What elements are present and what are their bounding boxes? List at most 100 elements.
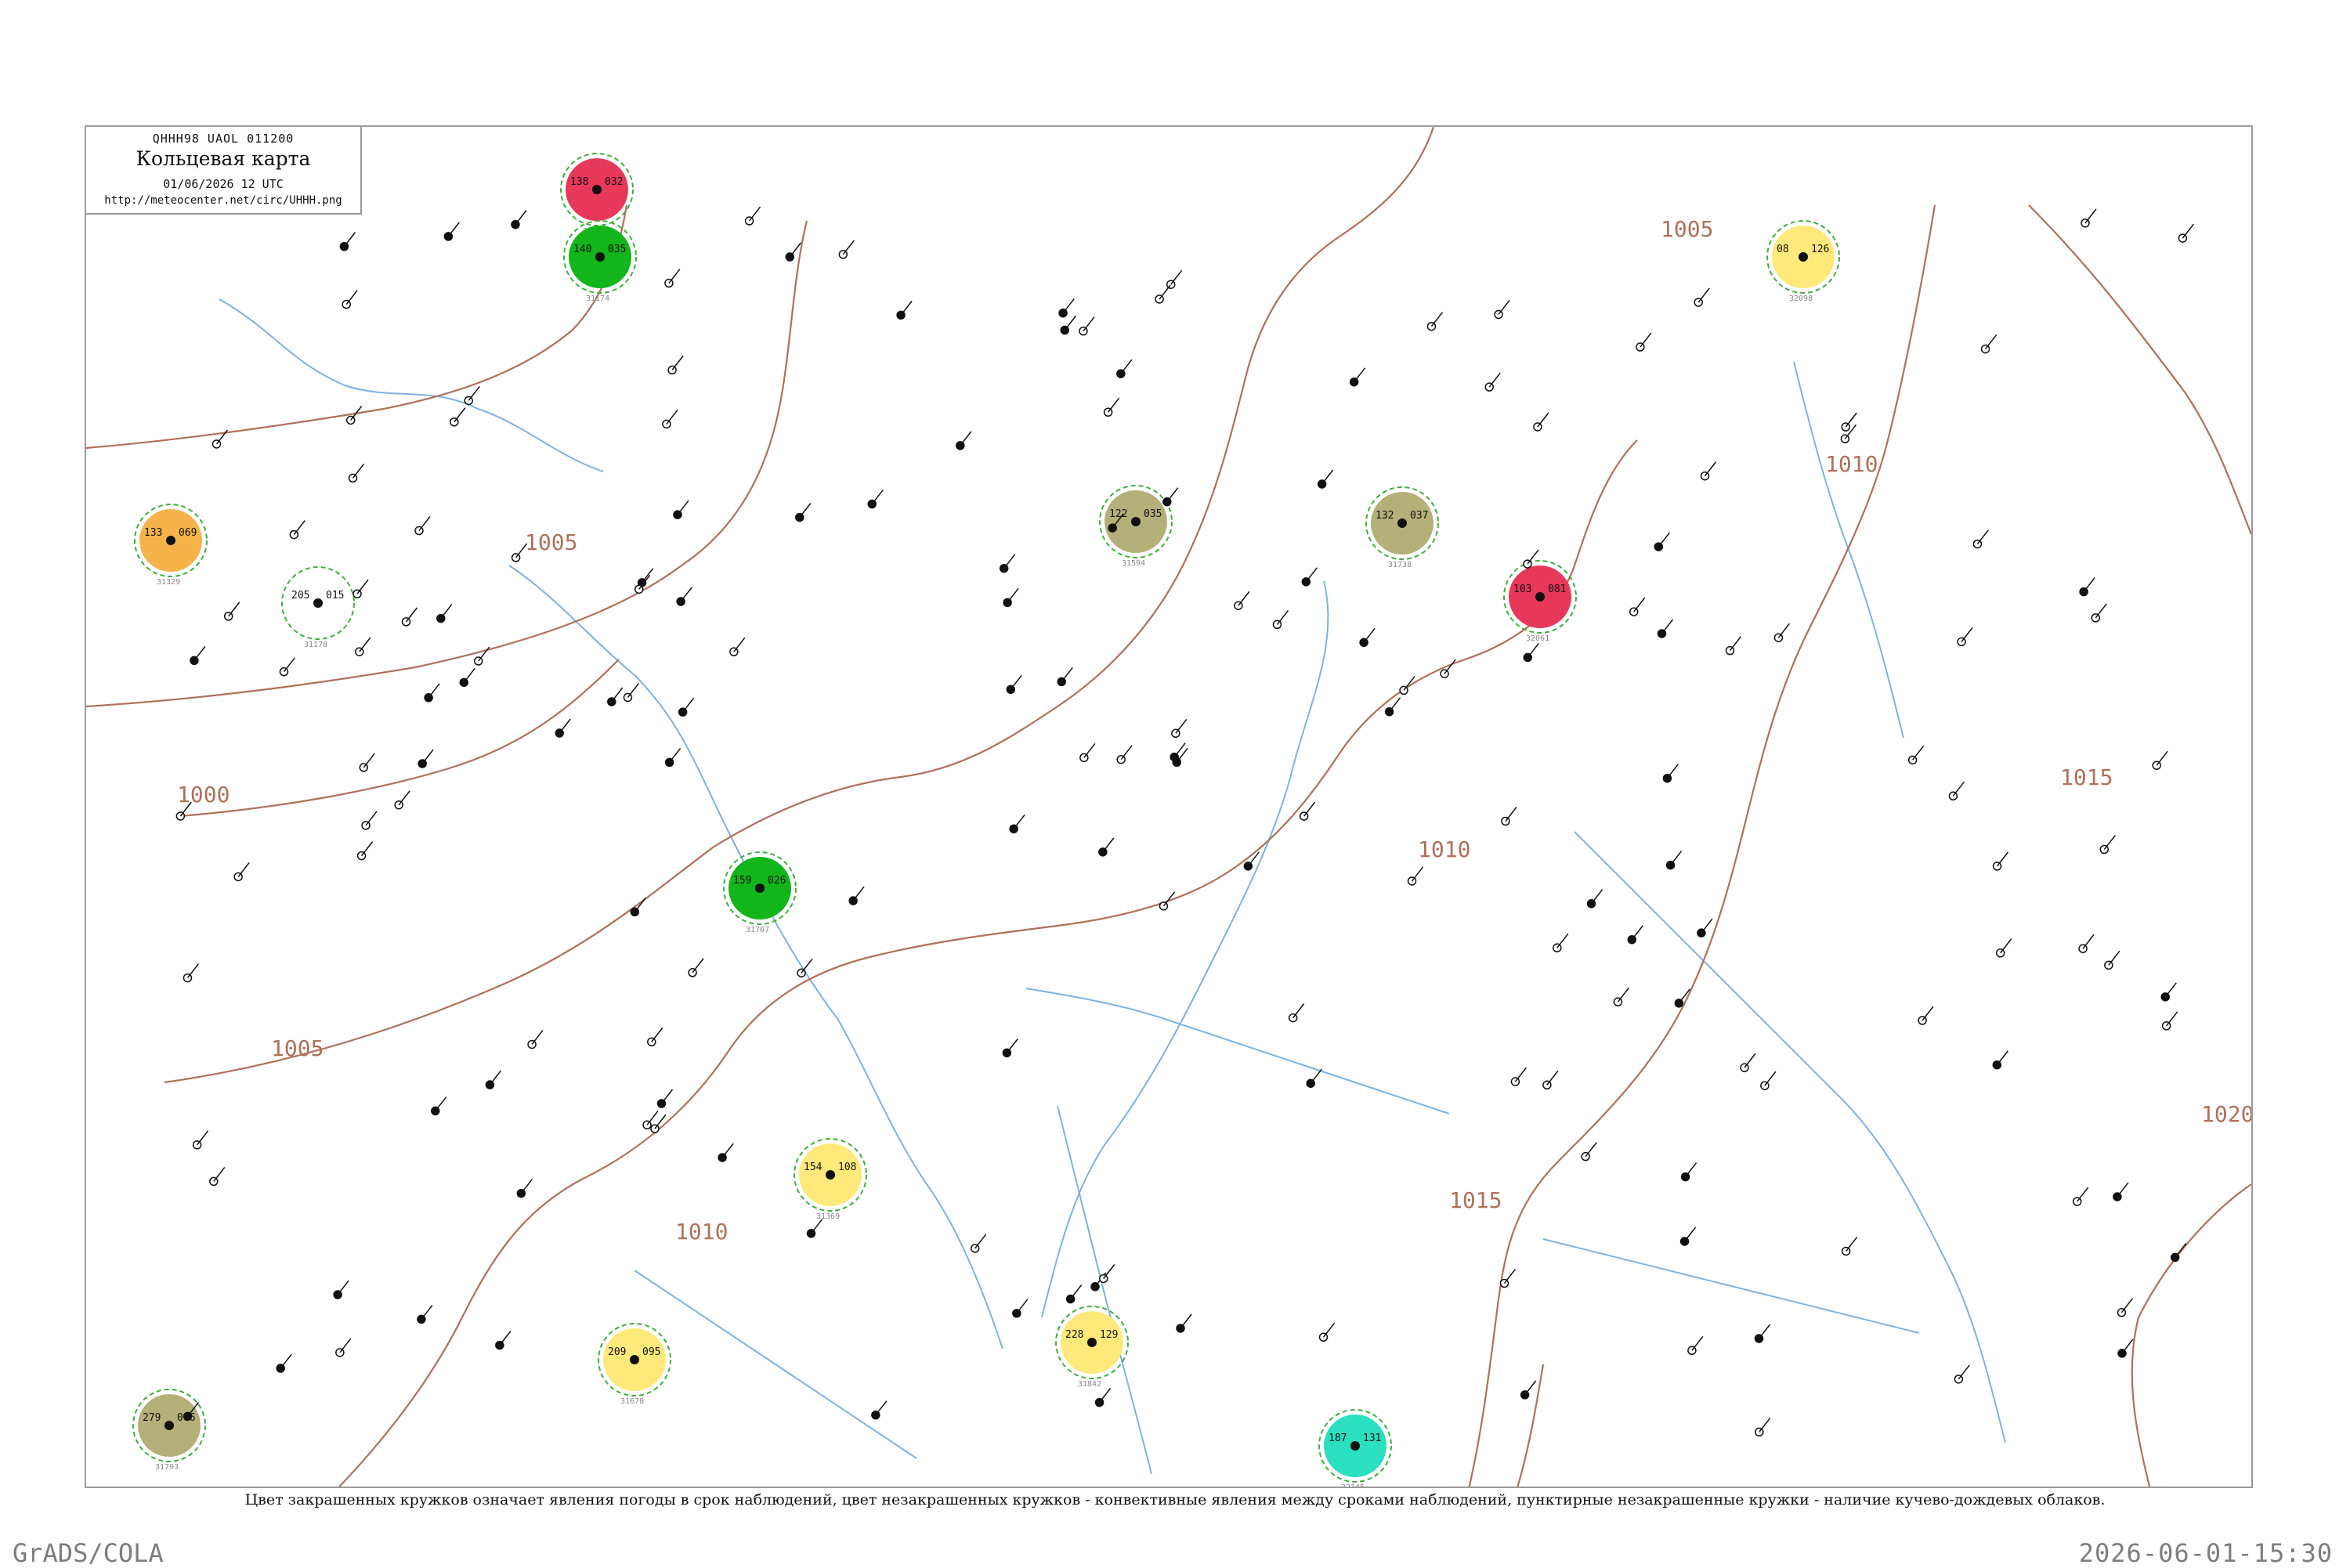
station-symbol <box>1317 469 1334 489</box>
map-header: QHHH98 UAOL 011200 Кольцевая карта 01/06… <box>86 127 362 215</box>
station-symbol <box>1057 667 1073 687</box>
station-symbol <box>1306 1068 1322 1088</box>
station-symbol <box>656 1089 674 1108</box>
station-symbol <box>1116 745 1133 764</box>
station-symbol <box>2078 934 2095 953</box>
station-id: 31707 <box>746 926 769 934</box>
map-url[interactable]: http://meteocenter.net/circ/UHHH.png <box>86 194 360 207</box>
isobar-label: 1015 <box>2060 764 2113 790</box>
legend-caption: Цвет закрашенных кружков означает явлени… <box>244 1491 2106 1508</box>
station-dot <box>1799 252 1808 262</box>
station-symbol <box>1907 745 1925 765</box>
isobars <box>86 127 2251 1487</box>
station-dew: 015 <box>326 590 344 602</box>
station-symbol <box>417 1304 433 1324</box>
station-symbol <box>1103 397 1120 417</box>
station-dew: 126 <box>1811 244 1829 255</box>
station-symbol <box>1995 938 2012 958</box>
station-dot <box>595 252 605 262</box>
station-symbol <box>443 222 460 241</box>
station-symbol <box>1288 1003 1305 1023</box>
isobar-label: 1000 <box>177 782 230 807</box>
station-id: 31678 <box>620 1397 644 1406</box>
station-symbol <box>1009 814 1025 834</box>
station-symbol <box>1162 487 1179 507</box>
station-symbol <box>352 579 369 598</box>
station-temp: 140 <box>573 244 591 255</box>
station-marker: 13803231168 <box>560 153 634 236</box>
station-symbol <box>1679 1227 1697 1246</box>
station-symbol <box>335 1338 352 1357</box>
station-dew: 131 <box>1363 1433 1381 1444</box>
station-symbol <box>1399 675 1415 695</box>
station-symbol <box>867 490 884 509</box>
station-temp: 08 <box>1777 244 1789 255</box>
station-symbol <box>431 1096 447 1116</box>
station-symbol <box>1725 636 1742 656</box>
station-temp: 133 <box>144 527 162 539</box>
station-id: 31178 <box>304 641 327 649</box>
station-symbol <box>1980 334 1998 354</box>
station-symbol <box>355 637 371 656</box>
station-temp: 138 <box>570 176 588 188</box>
station-temp: 122 <box>1109 508 1127 520</box>
map-canvas: 1000 1005 1005 1010 1010 1015 1015 1020 … <box>86 127 2251 1487</box>
station-symbol <box>1359 627 1376 648</box>
station-temp: 205 <box>291 590 309 602</box>
station-dew: 069 <box>179 527 197 539</box>
station-symbol <box>1079 316 1095 336</box>
station-symbol <box>359 753 375 772</box>
station-marker: 133 069 31329 <box>134 504 208 587</box>
station-symbol <box>1954 1364 1970 1384</box>
station-id: 31594 <box>1122 559 1145 568</box>
station-symbol <box>1065 1284 1083 1304</box>
station-symbol <box>1581 1142 1597 1162</box>
station-symbol <box>2104 950 2120 970</box>
station-dew: 108 <box>838 1162 856 1173</box>
station-symbol <box>1542 1070 1559 1090</box>
station-id: 31842 <box>1078 1380 1101 1389</box>
station-symbol <box>688 958 704 977</box>
station-marker: 209 095 31678 <box>598 1323 671 1406</box>
station-symbol <box>1654 532 1670 551</box>
station-symbol <box>289 520 306 540</box>
station-id: 31369 <box>816 1212 840 1221</box>
station-temp: 279 <box>143 1412 161 1424</box>
station-symbol <box>1171 718 1188 739</box>
station-dot <box>1535 592 1545 602</box>
station-symbol <box>2170 1242 2187 1263</box>
station-symbol <box>1176 1313 1192 1333</box>
station-symbol <box>1318 1322 1336 1342</box>
station-symbol <box>1510 1067 1528 1086</box>
station-symbol <box>2113 1182 2129 1201</box>
station-symbol <box>1948 781 1965 801</box>
synoptic-map: 1000 1005 1005 1010 1010 1015 1015 1020 … <box>85 125 2253 1488</box>
station-symbol <box>729 637 746 656</box>
station-temp: 159 <box>733 875 751 887</box>
station-symbol <box>361 811 378 830</box>
station-symbol <box>2091 603 2107 623</box>
isobar-label: 1005 <box>1661 216 1713 242</box>
station-symbol <box>1760 1071 1777 1090</box>
station-symbol <box>1755 1417 1771 1437</box>
station-temp: 154 <box>804 1162 822 1173</box>
station-dew: 129 <box>1100 1329 1118 1341</box>
station-symbol <box>1159 891 1176 911</box>
bulletin-code: QHHH98 UAOL 011200 <box>152 132 295 146</box>
station-temp: 228 <box>1065 1329 1083 1341</box>
station-symbol <box>1613 987 1630 1006</box>
station-symbol <box>459 667 475 688</box>
station-symbol <box>276 1353 292 1373</box>
station-id: 31793 <box>155 1463 179 1472</box>
station-symbol <box>401 607 418 627</box>
station-symbol <box>1523 549 1539 569</box>
station-symbol <box>495 1331 512 1350</box>
station-symbol <box>1687 1335 1704 1356</box>
station-symbol <box>1992 851 2009 871</box>
station-symbol <box>1060 316 1076 335</box>
isobar-label: 1010 <box>1418 836 1470 862</box>
station-symbol <box>1992 1050 2008 1070</box>
station-symbol <box>2072 1187 2089 1206</box>
station-symbol <box>1520 1380 1537 1400</box>
station-symbol <box>664 747 682 768</box>
